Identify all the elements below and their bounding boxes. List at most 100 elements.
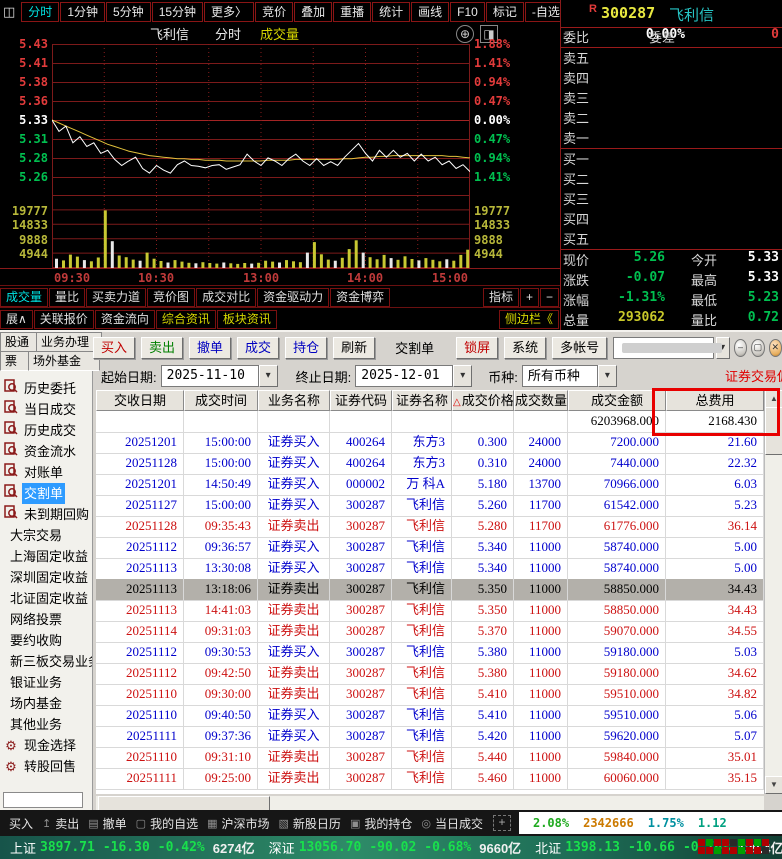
chart-tab[interactable]: 关联报价: [33, 309, 94, 329]
trade-button[interactable]: 锁屏: [456, 336, 499, 359]
horizontal-scroll-thumb[interactable]: [98, 796, 270, 811]
trade-button[interactable]: 多帐号: [552, 336, 608, 359]
start-date-dropdown-icon[interactable]: ▾: [258, 365, 278, 387]
table-row[interactable]: 20251112 09:30:53 证券买入 300287 飞利信 5.380 11000 5…: [96, 642, 764, 664]
pin-icon[interactable]: ⊕: [456, 25, 474, 43]
currency-select[interactable]: 所有币种: [521, 365, 598, 387]
sidebar-item-entry[interactable]: 历史委托: [0, 378, 92, 399]
top-toolbar-button[interactable]: 竞价: [255, 2, 294, 22]
taskbar-item[interactable]: ▣ 我的持仓: [350, 815, 412, 832]
vertical-scrollbar[interactable]: ▲ ▼: [764, 390, 782, 794]
end-date-dropdown-icon[interactable]: ▾: [453, 365, 473, 387]
sidebar-item-entry[interactable]: 新三板交易业务: [0, 651, 92, 672]
chart-tab[interactable]: 综合资讯: [155, 309, 216, 329]
table-row[interactable]: 20251110 09:30:00 证券卖出 300287 飞利信 5.410 11000 5…: [96, 684, 764, 706]
sidebar-item-entry[interactable]: 当日成交: [0, 399, 92, 420]
minimize-button[interactable]: –: [733, 338, 748, 357]
column-header[interactable]: 成交金额: [568, 390, 666, 411]
trade-button[interactable]: 持仓: [285, 336, 328, 359]
chart-tab[interactable]: 展∧: [0, 309, 33, 329]
table-row[interactable]: 20251201 15:00:00 证券买入 400264 东方3 0.300 24000 7…: [96, 432, 764, 454]
chart-tab[interactable]: 买卖力道: [86, 287, 147, 307]
trade-button[interactable]: 系统: [504, 336, 547, 359]
sidebar-item-entry[interactable]: 北证固定收益: [0, 588, 92, 609]
sidebar-item-entry[interactable]: 历史成交: [0, 420, 92, 441]
taskbar-item[interactable]: 买入: [9, 815, 33, 832]
sidebar-item-entry[interactable]: 要约收购: [0, 630, 92, 651]
column-header[interactable]: 业务名称: [258, 390, 330, 411]
taskbar-item[interactable]: ▧ 新股日历: [279, 815, 341, 832]
chart-tab[interactable]: 资金流向: [94, 309, 155, 329]
sidebar-item-entry[interactable]: ⚙ 现金选择: [0, 735, 92, 756]
close-button[interactable]: ✕: [768, 338, 782, 357]
top-toolbar-button[interactable]: 标记: [485, 2, 524, 22]
sidebar-item-entry[interactable]: 对账单: [0, 462, 92, 483]
chart-tab[interactable]: 资金驱动力: [257, 287, 330, 307]
chart-tab[interactable]: 成交对比: [196, 287, 257, 307]
column-header[interactable]: 总费用: [666, 390, 764, 411]
table-row[interactable]: 20251110 09:40:50 证券买入 300287 飞利信 5.410 11000 5…: [96, 705, 764, 727]
top-toolbar-button[interactable]: 15分钟: [151, 2, 204, 22]
chart-tab[interactable]: 资金博弈: [330, 287, 391, 307]
table-row[interactable]: 20251113 13:30:08 证券买入 300287 飞利信 5.340 11000 5…: [96, 558, 764, 580]
sidebar-item-entry[interactable]: 深圳固定收益: [0, 567, 92, 588]
sidebar-item-entry[interactable]: 银证业务: [0, 672, 92, 693]
sidebar-item-entry[interactable]: 资金流水: [0, 441, 92, 462]
start-date-input[interactable]: 2025-11-10: [160, 365, 259, 387]
table-row[interactable]: 20251112 09:42:50 证券卖出 300287 飞利信 5.380 11000 5…: [96, 663, 764, 685]
trade-button[interactable]: 卖出: [141, 336, 184, 359]
account-combo[interactable]: [613, 336, 723, 359]
table-row[interactable]: 20251111 09:25:00 证券卖出 300287 飞利信 5.460 11000 6…: [96, 768, 764, 790]
column-header[interactable]: 成交时间: [184, 390, 258, 411]
taskbar-item[interactable]: ▦ 沪深市场: [207, 815, 269, 832]
taskbar-item[interactable]: ▢ 我的自选: [136, 815, 198, 832]
top-toolbar-button[interactable]: 5分钟: [106, 2, 151, 22]
column-header[interactable]: 成交数量: [514, 390, 568, 411]
table-row[interactable]: 20251201 14:50:49 证券买入 000002 万 科A 5.180 13700…: [96, 474, 764, 496]
sidebar-item-entry[interactable]: 其他业务: [0, 714, 92, 735]
end-date-input[interactable]: 2025-12-01: [355, 365, 454, 387]
chart-tab[interactable]: 指标: [482, 287, 519, 307]
maximize-button[interactable]: ▢: [751, 338, 765, 357]
trade-button[interactable]: 买入: [93, 336, 136, 359]
trade-button[interactable]: 刷新: [333, 336, 376, 359]
table-row[interactable]: 20251112 09:36:57 证券买入 300287 飞利信 5.340 11000 5…: [96, 537, 764, 559]
taskbar-item[interactable]: ◎ 当日成交: [421, 815, 483, 832]
vertical-scroll-thumb[interactable]: [765, 407, 782, 455]
sidebar-item-entry[interactable]: 场内基金: [0, 693, 92, 714]
trade-button[interactable]: 撤单: [189, 336, 232, 359]
sidebar-item-entry[interactable]: 上海固定收益: [0, 546, 92, 567]
currency-dropdown-icon[interactable]: ▾: [597, 365, 617, 387]
table-row[interactable]: 20251111 09:37:36 证券买入 300287 飞利信 5.420 11000 5…: [96, 726, 764, 748]
sidebar-item-entry[interactable]: 大宗交易: [0, 525, 92, 546]
sidebar-item-selected[interactable]: 交割单: [0, 483, 92, 504]
top-toolbar-button[interactable]: 1分钟: [60, 2, 105, 22]
chart-tab[interactable]: −: [539, 287, 559, 307]
table-row[interactable]: 20251110 09:31:10 证券卖出 300287 飞利信 5.440 11000 5…: [96, 747, 764, 769]
window-icon[interactable]: ◫: [3, 4, 15, 20]
table-row[interactable]: 20251128 15:00:00 证券买入 400264 东方3 0.310 24000 7…: [96, 453, 764, 475]
table-row[interactable]: 20251128 09:35:43 证券卖出 300287 飞利信 5.280 11700 6…: [96, 516, 764, 538]
table-row[interactable]: 20251114 09:31:03 证券卖出 300287 飞利信 5.370 11000 5…: [96, 621, 764, 643]
table-row[interactable]: 20251127 15:00:00 证券买入 300287 飞利信 5.260 11700 6…: [96, 495, 764, 517]
trade-button[interactable]: 成交: [237, 336, 280, 359]
column-header[interactable]: △成交价格: [452, 390, 514, 411]
sidebar-item-entry[interactable]: 网络投票: [0, 609, 92, 630]
column-header[interactable]: 证券名称: [392, 390, 452, 411]
column-header[interactable]: 交收日期: [96, 390, 184, 411]
chart-tab[interactable]: 成交量: [0, 287, 49, 307]
chart-tab[interactable]: 侧边栏《: [498, 309, 559, 329]
sidebar-tab[interactable]: 场外基金: [28, 351, 100, 371]
taskbar-item[interactable]: ↥ 卖出: [42, 815, 79, 832]
sidebar-item-entry[interactable]: 未到期回购: [0, 504, 92, 525]
sidebar-mini-box[interactable]: [3, 792, 83, 808]
taskbar-item[interactable]: ▤ 撤单: [88, 815, 126, 832]
sidebar-item-entry[interactable]: ⚙ 转股回售: [0, 756, 92, 777]
top-toolbar-button[interactable]: F10: [450, 2, 485, 22]
column-header[interactable]: 证券代码: [330, 390, 392, 411]
top-toolbar-button[interactable]: 统计: [372, 2, 411, 22]
horizontal-scrollbar[interactable]: [96, 796, 764, 811]
top-toolbar-button[interactable]: 画线: [411, 2, 450, 22]
add-shortcut-button[interactable]: +: [492, 815, 511, 831]
top-toolbar-button[interactable]: 重播: [333, 2, 372, 22]
